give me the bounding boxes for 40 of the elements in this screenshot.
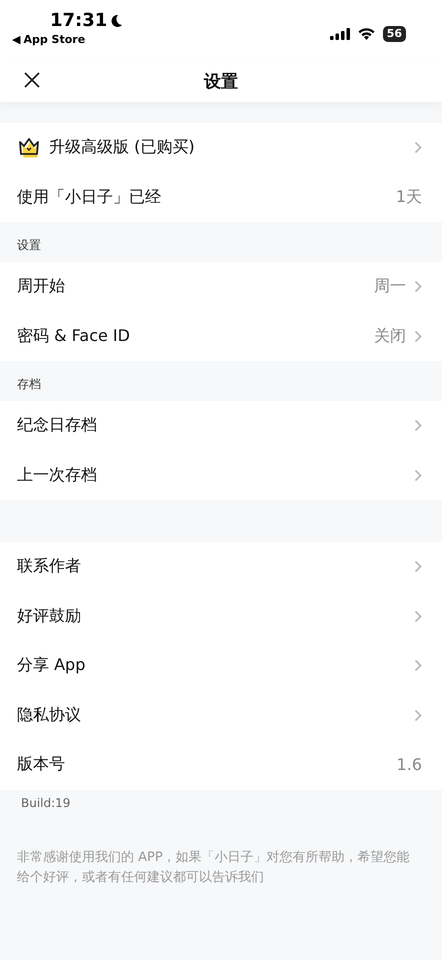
row-label: 纪念日存档	[17, 415, 98, 436]
build-number: Build:19	[20, 794, 72, 810]
close-icon[interactable]	[24, 72, 40, 88]
settings-row[interactable]: 纪念日存档	[0, 401, 442, 450]
settings-row[interactable]: 版本号 1.6	[0, 740, 442, 790]
back-link[interactable]: App Store	[23, 33, 86, 46]
status-time: 17:31	[50, 10, 108, 31]
settings-row[interactable]: 分享 App	[0, 641, 442, 690]
row-label: 使用「小日子」已经	[17, 186, 162, 208]
crown-icon	[17, 136, 41, 159]
settings-row[interactable]: 升级高级版 (已购买)	[0, 123, 442, 172]
row-value: 关闭	[374, 326, 406, 347]
back-arrow[interactable]: ◀	[12, 33, 20, 46]
row-label: 隐私协议	[17, 704, 82, 726]
battery-level: 56	[382, 26, 406, 42]
page-title: 设置	[204, 70, 238, 92]
signal-icon	[330, 28, 350, 40]
settings-row[interactable]: 周开始 周一	[0, 262, 442, 312]
row-label: 周开始	[17, 276, 66, 298]
settings-row[interactable]: 上一次存档	[0, 450, 442, 500]
row-label: 分享 App	[17, 655, 86, 676]
thanks-note: 非常感谢使用我们的 APP，如果「小日子」对您有所帮助，希望您能给个好评，或者有任何建议都可以告诉我们	[17, 848, 411, 886]
settings-row[interactable]: 隐私协议	[0, 690, 442, 740]
row-label: 上一次存档	[17, 464, 98, 486]
row-label: 联系作者	[17, 556, 82, 578]
settings-row[interactable]: 使用「小日子」已经 1天	[0, 172, 442, 222]
settings-row[interactable]: 好评鼓励	[0, 592, 442, 641]
row-value: 周一	[374, 276, 406, 298]
settings-row[interactable]: 联系作者	[0, 542, 442, 592]
section-header: 存档	[17, 376, 41, 393]
row-label: 密码 & Face ID	[17, 326, 131, 347]
row-label: 升级高级版 (已购买)	[49, 137, 196, 158]
row-label: 版本号	[17, 754, 66, 776]
moon-icon	[110, 14, 124, 28]
settings-row[interactable]: 密码 & Face ID 关闭	[0, 312, 442, 361]
row-value: 1天	[396, 186, 422, 208]
row-label: 好评鼓励	[17, 606, 82, 627]
row-value: 1.6	[396, 755, 422, 774]
section-header: 设置	[17, 237, 41, 254]
wifi-icon	[358, 28, 375, 40]
